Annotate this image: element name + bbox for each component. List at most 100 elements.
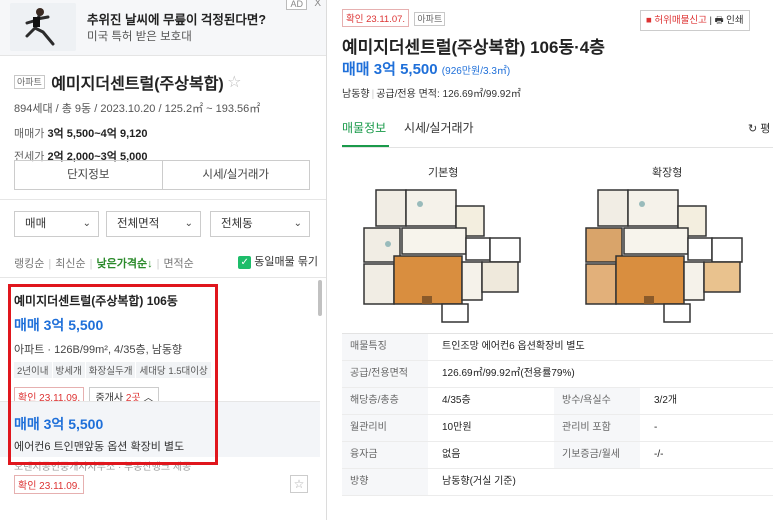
listing-tags: 2년이내 방세개 화장실두개 세대당 1.5대이상 — [14, 362, 310, 378]
info-row: 매물특징 트인조망 에어컨6 옵션확장비 별도 — [342, 334, 773, 361]
trade-type-select[interactable]: 매매 ⌄ — [14, 211, 99, 237]
market-price-button[interactable]: 시세/실거래가 — [161, 161, 310, 189]
detail-price-value: 매매 3억 5,500 — [342, 61, 438, 78]
report-fake-button[interactable]: ■ 허위매물신고 — [646, 15, 707, 26]
ad-banner[interactable]: 추위진 날씨에 무릎이 걱정된다면? 미국 특허 받은 보호대 AD X — [0, 0, 326, 56]
ad-close-icon[interactable]: X — [314, 0, 321, 9]
listing-tag: 세대당 1.5대이상 — [136, 362, 211, 378]
listing-title: 예미지더센트럴(주상복합) 106동 — [14, 294, 178, 308]
info-value: 3/2개 — [654, 395, 678, 406]
info-row: 해당층/총층 4/35층 방수/욕실수 3/2개 — [342, 388, 773, 415]
favorite-star-icon[interactable]: ☆ — [227, 74, 241, 91]
confirmed-date-badge: 확인 23.11.07. — [342, 9, 410, 27]
property-type-tag: 아파트 — [14, 75, 45, 89]
complex-name: 예미지더센트럴(주상복합) — [51, 76, 224, 93]
plan-expanded-label: 확장형 — [652, 167, 683, 179]
sort-area[interactable]: 면적순 — [163, 258, 193, 270]
listing-info-table: 매물특징 트인조망 에어컨6 옵션확장비 별도 공급/전용면적 126.69㎡/… — [342, 334, 773, 496]
detail-direction: 남동향 — [342, 89, 370, 100]
divider — [0, 277, 326, 278]
complex-summary: 아파트 예미지더센트럴(주상복합) ☆ 894세대 / 총 9동 / 2023.… — [14, 70, 314, 164]
detail-tabs: 매물정보 시세/실거래가 ↻ 평 — [342, 118, 773, 148]
active-tab-indicator — [342, 145, 389, 147]
property-type-tag: 아파트 — [414, 11, 446, 26]
info-value: 없음 — [442, 449, 461, 460]
detail-actions: ■ 허위매물신고 | 🖶 인쇄 — [640, 10, 750, 31]
scrollbar-thumb[interactable] — [318, 280, 322, 316]
info-row: 월관리비 10만원 관리비 포함 - — [342, 415, 773, 442]
plan-basic-label: 기본형 — [428, 167, 459, 179]
chevron-down-icon: ⌄ — [293, 218, 302, 229]
ad-badge: AD — [286, 0, 307, 10]
subitem-description: 에어컨6 트인맨앞동 옵션 확장비 별도 — [14, 441, 185, 453]
info-key: 해당층/총층 — [342, 388, 428, 414]
info-value: 126.69㎡/99.92㎡(전용률79%) — [442, 368, 575, 379]
info-key: 관리비 포함 — [554, 415, 640, 441]
listing-subitem[interactable]: 매매 3억 5,500 에어컨6 트인맨앞동 옵션 확장비 별도 오렌지공인중개… — [0, 401, 320, 473]
same-listing-toggle[interactable]: ✓ 동일매물 묶기 — [238, 253, 318, 269]
listing-spec: 아파트 · 126B/99m², 4/35층, 남동향 — [14, 344, 183, 356]
info-key: 공급/전용면적 — [342, 361, 428, 387]
tab-pyeong-toggle[interactable]: ↻ 평 — [748, 120, 770, 136]
info-value: 트인조망 에어컨6 옵션확장비 별도 — [442, 341, 585, 352]
dong-value: 전체동 — [221, 218, 253, 230]
dong-select[interactable]: 전체동 ⌄ — [210, 211, 310, 237]
detail-panel: 확인 23.11.07. 아파트 ■ 허위매물신고 | 🖶 인쇄 예미지더센트럴… — [328, 0, 773, 520]
info-key: 융자금 — [342, 442, 428, 468]
info-row: 방향 남동향(거실 기준) — [342, 469, 773, 496]
ad-headline: 추위진 날씨에 무릎이 걱정된다면? — [87, 13, 267, 27]
detail-price: 매매 3억 5,500 (926만원/3.3㎡) — [342, 58, 510, 79]
print-button[interactable]: 🖶 인쇄 — [715, 15, 744, 26]
checkbox-checked-icon: ✓ — [238, 255, 252, 269]
info-key: 매물특징 — [342, 334, 428, 360]
complex-info-button[interactable]: 단지정보 — [15, 161, 162, 189]
tab-market-price[interactable]: 시세/실거래가 — [404, 119, 474, 136]
info-key: 방향 — [342, 469, 428, 495]
sort-options: 랭킹순 | 최신순 | 낮은가격순↓ | 면적순 ✓ 동일매물 묶기 — [14, 255, 318, 271]
trade-type-value: 매매 — [25, 218, 47, 230]
info-value: 남동향(거실 기준) — [442, 476, 516, 487]
complex-meta: 894세대 / 총 9동 / 2023.10.20 / 125.2㎡ ~ 193… — [14, 103, 261, 115]
info-row: 공급/전용면적 126.69㎡/99.92㎡(전용률79%) — [342, 361, 773, 388]
chevron-down-icon: ⌄ — [184, 218, 193, 229]
info-value: 10만원 — [442, 422, 472, 433]
info-value: - — [654, 422, 658, 433]
info-value: -/- — [654, 449, 664, 460]
info-value: 4/35층 — [442, 395, 471, 406]
area-select[interactable]: 전체면적 ⌄ — [106, 211, 201, 237]
listing-tag: 2년이내 — [14, 362, 52, 378]
detail-meta: 남동향 | 공급/전용 면적: 126.69㎡/99.92㎡ — [342, 89, 521, 100]
sale-price-label: 매매가 — [14, 128, 45, 140]
floor-plan-expanded-image[interactable] — [584, 186, 746, 326]
confirmed-date-badge: 확인 23.11.09. — [14, 475, 85, 494]
chevron-down-icon: ⌄ — [82, 218, 91, 229]
info-key: 기보증금/월세 — [554, 442, 640, 468]
sale-price-value: 3억 5,500~4억 9,120 — [47, 128, 148, 140]
complex-tab-buttons: 단지정보 시세/실거래가 — [14, 160, 310, 190]
listing-tag: 화장실두개 — [85, 362, 136, 378]
sort-ranking[interactable]: 랭킹순 — [14, 258, 44, 270]
floor-plan-basic-image[interactable] — [362, 186, 524, 326]
ad-subtext: 미국 특허 받은 보호대 — [87, 31, 192, 43]
subitem-agents: 오렌지공인중개사사무소 · 부동산뱅크 제공 — [14, 462, 192, 473]
sort-latest[interactable]: 최신순 — [55, 258, 85, 270]
area-value: 전체면적 — [117, 218, 160, 230]
detail-title: 예미지더센트럴(주상복합) 106동·4층 — [342, 38, 605, 57]
listing-panel: 추위진 날씨에 무릎이 걱정된다면? 미국 특허 받은 보호대 AD X 아파트… — [0, 0, 327, 520]
detail-badges: 확인 23.11.07. 아파트 — [342, 9, 446, 27]
subitem-price: 매매 3억 5,500 — [14, 416, 104, 432]
listing-item[interactable]: 예미지더센트럴(주상복합) 106동 매매 3억 5,500 아파트 · 126… — [14, 292, 310, 406]
detail-price-unit: (926만원/3.3㎡) — [441, 66, 511, 77]
same-listing-label: 동일매물 묶기 — [254, 256, 318, 268]
tab-listing-info[interactable]: 매물정보 — [342, 119, 386, 136]
divider — [0, 199, 326, 200]
info-key: 방수/욕실수 — [554, 388, 640, 414]
info-key: 월관리비 — [342, 415, 428, 441]
ad-runner-image — [10, 3, 76, 51]
listing-tag: 방세개 — [52, 362, 85, 378]
info-row: 융자금 없음 기보증금/월세 -/- — [342, 442, 773, 469]
favorite-star-icon[interactable]: ☆ — [290, 475, 308, 493]
sort-low-price[interactable]: 낮은가격순↓ — [96, 258, 152, 270]
listing-price: 매매 3억 5,500 — [14, 317, 104, 333]
detail-area-info: 공급/전용 면적: 126.69㎡/99.92㎡ — [376, 89, 521, 100]
